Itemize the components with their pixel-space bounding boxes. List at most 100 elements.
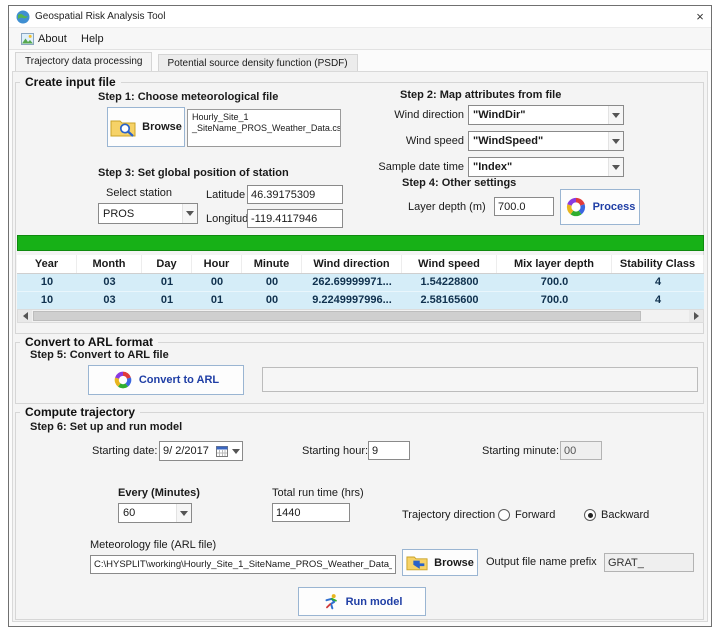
browse-met-file-button[interactable]: Browse [107, 107, 185, 147]
trajectory-direction-label: Trajectory direction [402, 507, 495, 523]
menubar: About Help [9, 28, 711, 50]
scroll-right-icon[interactable] [689, 310, 703, 322]
grid-header-day[interactable]: Day [142, 255, 192, 273]
radio-forward-dot [498, 509, 510, 521]
grid-header-stability-class[interactable]: Stability Class [612, 255, 704, 273]
sample-date-time-label: Sample date time [352, 157, 464, 177]
tabstrip: Trajectory data processing Potential sou… [15, 52, 360, 72]
pinwheel-icon [565, 196, 587, 218]
latitude-input[interactable] [247, 185, 343, 204]
convert-arl-group-title: Convert to ARL format [20, 335, 158, 349]
tab-trajectory-data-processing[interactable]: Trajectory data processing [15, 52, 152, 71]
folder-arrow-icon [406, 554, 428, 571]
wind-direction-select[interactable]: "WindDir" [468, 105, 624, 125]
menu-help[interactable]: Help [73, 30, 112, 48]
window-title: Geospatial Risk Analysis Tool [35, 10, 165, 24]
run-model-label: Run model [346, 596, 403, 608]
compute-trajectory-group: Compute trajectory Step 6: Set up and ru… [15, 412, 704, 620]
grid-cell: 4 [612, 292, 704, 309]
convert-arl-group: Convert to ARL format Step 5: Convert to… [15, 342, 704, 404]
convert-to-arl-label: Convert to ARL [139, 374, 219, 386]
grid-cell: 00 [242, 274, 302, 291]
process-button-label: Process [593, 201, 636, 213]
app-icon [16, 10, 30, 24]
met-arl-file-label: Meteorology file (ARL file) [90, 539, 216, 551]
step3-title: Step 3: Set global position of station [98, 167, 289, 179]
grid-cell: 01 [142, 274, 192, 291]
every-minutes-value: 60 [119, 507, 176, 519]
grid-cell: 10 [17, 274, 77, 291]
total-run-time-input[interactable] [272, 503, 350, 522]
create-input-group: Create input file Step 1: Choose meteoro… [15, 82, 704, 334]
grid-header-mix-layer-depth[interactable]: Mix layer depth [497, 255, 612, 273]
process-button[interactable]: Process [560, 189, 640, 225]
step1-title: Step 1: Choose meteorological file [98, 91, 278, 103]
grid-header-wind-direction[interactable]: Wind direction [302, 255, 402, 273]
radio-forward[interactable]: Forward [498, 507, 555, 523]
calendar-icon [214, 446, 230, 457]
step6-title: Step 6: Set up and run model [30, 421, 182, 433]
chevron-down-icon[interactable] [230, 449, 242, 454]
step5-title: Step 5: Convert to ARL file [30, 349, 169, 361]
grid-cell: 1.54228800 [402, 274, 497, 291]
grid-cell: 01 [142, 292, 192, 309]
starting-minute-label: Starting minute: [482, 441, 559, 461]
weather-data-grid: Year Month Day Hour Minute Wind directio… [17, 255, 704, 309]
grid-header-hour[interactable]: Hour [192, 255, 242, 273]
wind-direction-label: Wind direction [352, 105, 464, 125]
grid-cell: 00 [192, 274, 242, 291]
longitude-input[interactable] [247, 209, 343, 228]
wind-direction-value: "WindDir" [469, 109, 608, 121]
grid-header-month[interactable]: Month [77, 255, 142, 273]
menu-help-label: Help [81, 30, 104, 48]
starting-date-picker[interactable]: 9/ 2/2017 [159, 441, 243, 461]
compute-trajectory-group-title: Compute trajectory [20, 405, 140, 419]
grid-header-year[interactable]: Year [17, 255, 77, 273]
app-window: Geospatial Risk Analysis Tool × About He… [8, 5, 712, 627]
scroll-left-icon[interactable] [18, 310, 32, 322]
grid-cell: 03 [77, 292, 142, 309]
grid-header-row: Year Month Day Hour Minute Wind directio… [17, 255, 704, 274]
run-model-button[interactable]: Run model [298, 587, 426, 616]
folder-search-icon [110, 117, 136, 137]
convert-to-arl-button[interactable]: Convert to ARL [88, 365, 244, 395]
grid-row-2[interactable]: 10 03 01 01 00 9.2249997996... 2.5816560… [17, 291, 704, 309]
titlebar: Geospatial Risk Analysis Tool × [9, 6, 711, 28]
layer-depth-input[interactable] [494, 197, 554, 216]
output-prefix-input[interactable] [604, 553, 694, 572]
convert-progress-bar [262, 367, 698, 392]
browse-arl-file-button[interactable]: Browse [402, 549, 478, 576]
chevron-down-icon [608, 158, 623, 176]
grid-header-wind-speed[interactable]: Wind speed [402, 255, 497, 273]
wind-speed-value: "WindSpeed" [469, 135, 608, 147]
sample-date-time-value: "Index" [469, 161, 608, 173]
radio-forward-label: Forward [515, 509, 555, 521]
grid-header-minute[interactable]: Minute [242, 255, 302, 273]
grid-row-1[interactable]: 10 03 01 00 00 262.69999971... 1.5422880… [17, 274, 704, 291]
grid-cell: 00 [242, 292, 302, 309]
chevron-down-icon [176, 504, 191, 522]
radio-backward[interactable]: Backward [584, 507, 649, 523]
scroll-thumb[interactable] [33, 311, 641, 321]
tab-psdf[interactable]: Potential source density function (PSDF) [158, 54, 358, 71]
starting-hour-input[interactable] [368, 441, 410, 460]
every-minutes-select[interactable]: 60 [118, 503, 192, 523]
chevron-down-icon [608, 132, 623, 150]
menu-about-label: About [38, 30, 67, 48]
station-select[interactable]: PROS [98, 203, 198, 224]
about-icon [21, 33, 34, 45]
wind-speed-select[interactable]: "WindSpeed" [468, 131, 624, 151]
close-icon[interactable]: × [691, 8, 709, 26]
pinwheel-icon [113, 370, 133, 390]
browse-met-file-label: Browse [142, 121, 182, 133]
starting-date-value: 9/ 2/2017 [160, 445, 214, 457]
chevron-down-icon [608, 106, 623, 124]
grid-horizontal-scrollbar[interactable] [17, 309, 704, 323]
process-progress-bar [17, 235, 704, 251]
sample-date-time-select[interactable]: "Index" [468, 157, 624, 177]
starting-date-label: Starting date: [92, 441, 157, 461]
menu-about[interactable]: About [13, 30, 75, 48]
met-arl-file-input[interactable] [90, 555, 396, 574]
starting-hour-label: Starting hour: [302, 441, 368, 461]
radio-backward-dot [584, 509, 596, 521]
